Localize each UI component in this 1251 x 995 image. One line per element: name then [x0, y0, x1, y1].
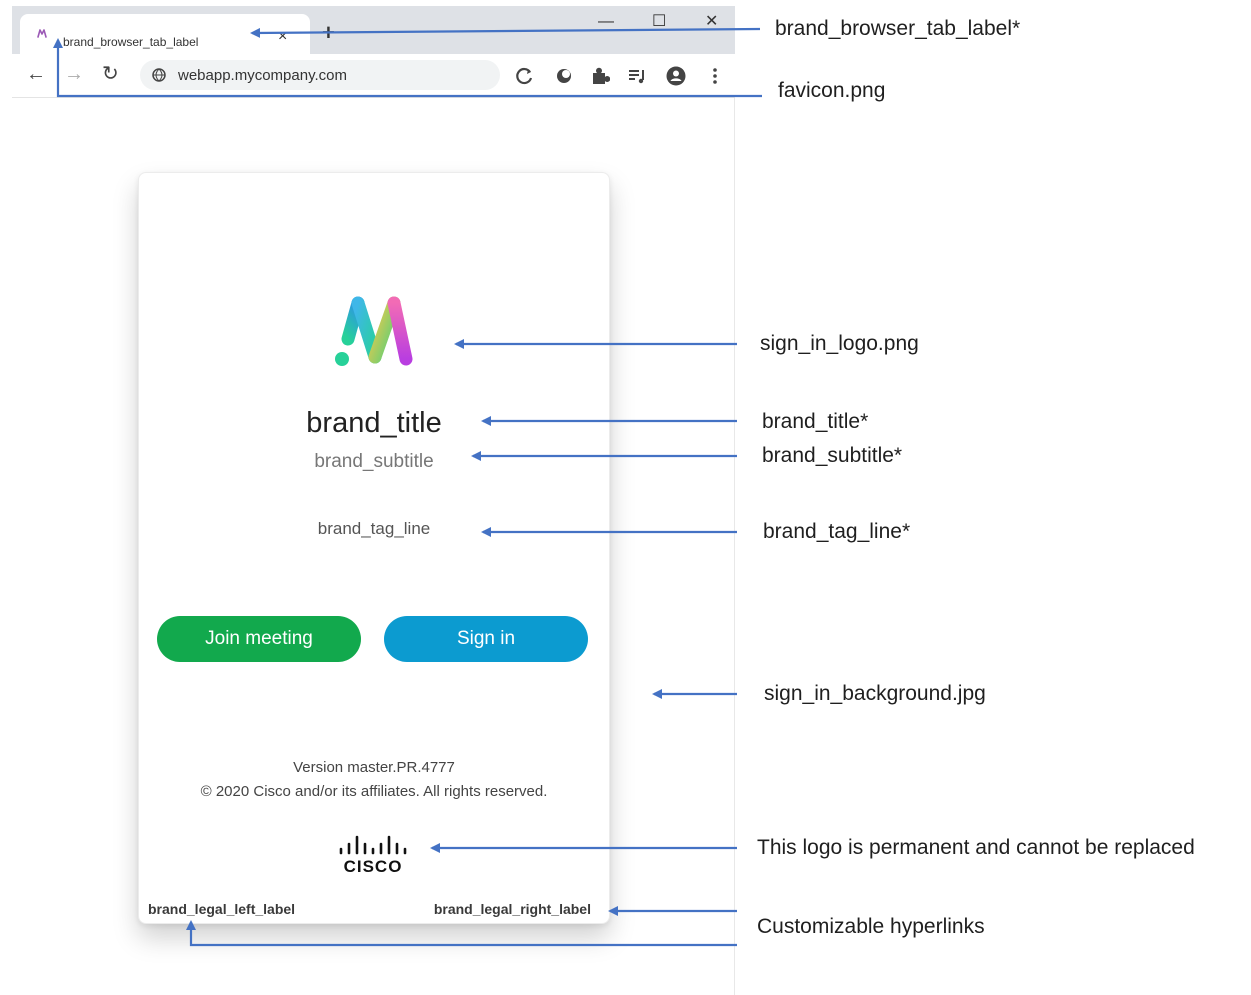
cisco-logo-text: CISCO [344, 857, 403, 875]
annotation-cisco-logo: This logo is permanent and cannot be rep… [757, 836, 1195, 859]
brand-subtitle: brand_subtitle [314, 451, 434, 472]
annotation-tab-label: brand_browser_tab_label* [775, 17, 1021, 40]
annotation-hyperlinks: Customizable hyperlinks [757, 915, 985, 938]
copyright-text: © 2020 Cisco and/or its affiliates. All … [200, 783, 548, 800]
version-text: Version master.PR.4777 [293, 759, 455, 776]
globe-icon [152, 68, 166, 82]
brand-tagline: brand_tag_line [317, 519, 431, 538]
new-tab-button[interactable]: + [322, 22, 335, 44]
reload-button[interactable]: ↻ [102, 64, 119, 84]
forward-button[interactable]: → [64, 64, 84, 84]
kebab-menu-icon[interactable] [705, 66, 725, 86]
back-button[interactable]: ← [26, 64, 46, 84]
maximize-button[interactable]: ☐ [652, 14, 666, 30]
tab-strip: brand_browser_tab_label × + — ☐ ✕ [12, 6, 735, 54]
puzzle-icon[interactable] [590, 66, 610, 86]
tab-close-icon[interactable]: × [278, 29, 287, 45]
close-window-button[interactable]: ✕ [705, 14, 718, 30]
annotation-tagline: brand_tag_line* [763, 520, 911, 543]
legal-left-link[interactable]: brand_legal_left_label [148, 901, 295, 917]
browser-toolbar: ← → ↻ webapp.mycompany.com [12, 54, 735, 98]
cisco-logo-icon: CISCO [339, 835, 407, 875]
brand-title: brand_title [306, 407, 442, 439]
annotation-logo: sign_in_logo.png [760, 332, 919, 355]
annotation-background: sign_in_background.jpg [764, 682, 986, 705]
minimize-button[interactable]: — [598, 14, 614, 30]
annotation-favicon: favicon.png [778, 79, 886, 102]
brand-logo-icon [335, 296, 413, 366]
account-icon[interactable] [666, 66, 686, 86]
url-text: webapp.mycompany.com [178, 67, 347, 84]
browser-tab[interactable]: brand_browser_tab_label × [20, 14, 310, 54]
join-meeting-button[interactable]: Join meeting [157, 616, 361, 662]
address-bar[interactable]: webapp.mycompany.com [140, 60, 500, 90]
legal-right-link[interactable]: brand_legal_right_label [434, 901, 591, 917]
moon-icon[interactable] [554, 66, 574, 86]
annotation-title: brand_title* [762, 410, 869, 433]
annotation-subtitle: brand_subtitle* [762, 444, 903, 467]
playlist-icon[interactable] [627, 66, 647, 86]
sign-in-button[interactable]: Sign in [384, 616, 588, 662]
refresh-circle-icon[interactable] [515, 66, 535, 86]
favicon-icon [37, 29, 47, 38]
sign-in-card: brand_title brand_subtitle brand_tag_lin… [138, 172, 610, 924]
tab-label: brand_browser_tab_label [63, 35, 199, 49]
